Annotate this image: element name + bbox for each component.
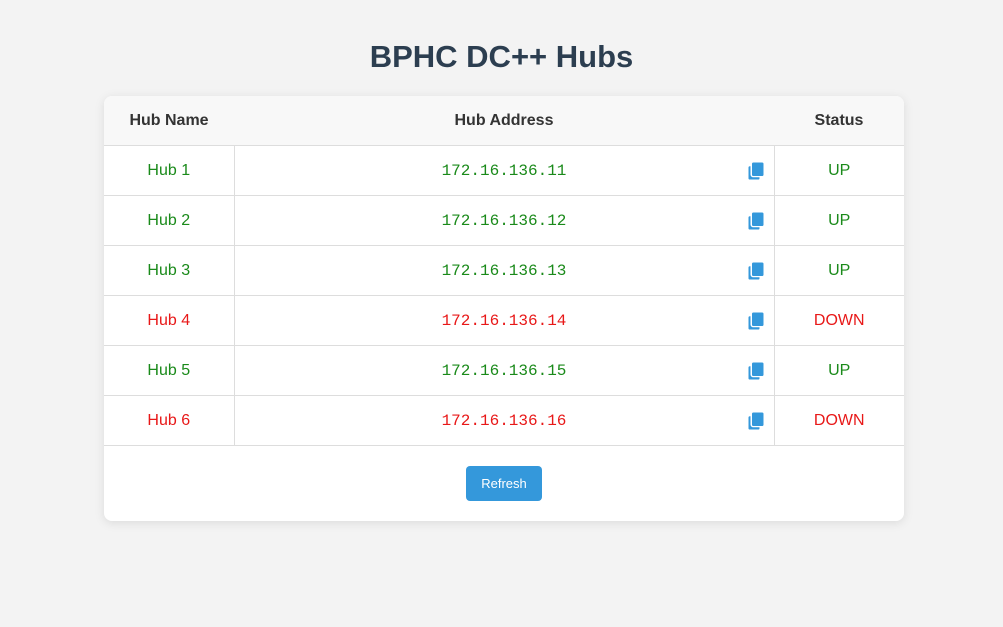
header-status: Status xyxy=(774,96,904,146)
hub-name-cell: Hub 3 xyxy=(104,245,235,296)
table-row: Hub 2 172.16.136.12 UP xyxy=(104,195,904,246)
hub-name: Hub 2 xyxy=(147,211,191,229)
table-row: Hub 6 172.16.136.16 DOWN xyxy=(104,395,904,446)
status-badge: UP xyxy=(828,261,851,279)
hub-name: Hub 5 xyxy=(147,361,191,379)
copy-icon[interactable] xyxy=(748,262,764,280)
status-badge: UP xyxy=(828,161,851,179)
card-footer: Refresh xyxy=(104,446,904,521)
hub-address-cell: 172.16.136.15 xyxy=(234,345,775,396)
hub-name: Hub 6 xyxy=(147,411,191,429)
header-hub-name: Hub Name xyxy=(104,96,234,146)
hubs-card: Hub Name Hub Address Status Hub 1 172.16… xyxy=(104,96,904,521)
hub-status-cell: UP xyxy=(774,195,904,246)
hub-name: Hub 4 xyxy=(147,311,191,329)
hub-address-cell: 172.16.136.13 xyxy=(234,245,775,296)
table-row: Hub 4 172.16.136.14 DOWN xyxy=(104,295,904,346)
table-row: Hub 1 172.16.136.11 UP xyxy=(104,145,904,196)
copy-icon[interactable] xyxy=(748,312,764,330)
refresh-button[interactable]: Refresh xyxy=(466,466,542,501)
status-badge: UP xyxy=(828,211,851,229)
hub-address: 172.16.136.13 xyxy=(441,261,567,280)
hubs-table: Hub Name Hub Address Status Hub 1 172.16… xyxy=(104,96,904,446)
hub-name-cell: Hub 6 xyxy=(104,395,235,446)
status-badge: DOWN xyxy=(813,311,865,329)
hub-name-cell: Hub 4 xyxy=(104,295,235,346)
hub-status-cell: UP xyxy=(774,145,904,196)
status-badge: DOWN xyxy=(813,411,865,429)
hub-name-cell: Hub 2 xyxy=(104,195,235,246)
table-row: Hub 3 172.16.136.13 UP xyxy=(104,245,904,296)
copy-icon[interactable] xyxy=(748,212,764,230)
hub-address: 172.16.136.16 xyxy=(441,411,567,430)
table-header-row: Hub Name Hub Address Status xyxy=(104,96,904,146)
hub-address-cell: 172.16.136.12 xyxy=(234,195,775,246)
hub-address-cell: 172.16.136.14 xyxy=(234,295,775,346)
hub-name: Hub 1 xyxy=(147,161,191,179)
hubs-table-body: Hub 1 172.16.136.11 UP Hub 2 172.16.136.… xyxy=(104,145,904,446)
hub-status-cell: UP xyxy=(774,345,904,396)
hub-status-cell: DOWN xyxy=(774,395,904,446)
copy-icon[interactable] xyxy=(748,362,764,380)
copy-icon[interactable] xyxy=(748,162,764,180)
status-badge: UP xyxy=(828,361,851,379)
hub-name: Hub 3 xyxy=(147,261,191,279)
hub-status-cell: DOWN xyxy=(774,295,904,346)
hub-name-cell: Hub 5 xyxy=(104,345,235,396)
hub-address: 172.16.136.14 xyxy=(441,311,567,330)
page-title: BPHC DC++ Hubs xyxy=(369,39,634,74)
copy-icon[interactable] xyxy=(748,412,764,430)
hub-address: 172.16.136.11 xyxy=(441,161,567,180)
header-hub-address: Hub Address xyxy=(234,96,774,146)
table-row: Hub 5 172.16.136.15 UP xyxy=(104,345,904,396)
hub-name-cell: Hub 1 xyxy=(104,145,235,196)
hub-address: 172.16.136.15 xyxy=(441,361,567,380)
hub-address-cell: 172.16.136.11 xyxy=(234,145,775,196)
hub-status-cell: UP xyxy=(774,245,904,296)
hub-address: 172.16.136.12 xyxy=(441,211,567,230)
hub-address-cell: 172.16.136.16 xyxy=(234,395,775,446)
